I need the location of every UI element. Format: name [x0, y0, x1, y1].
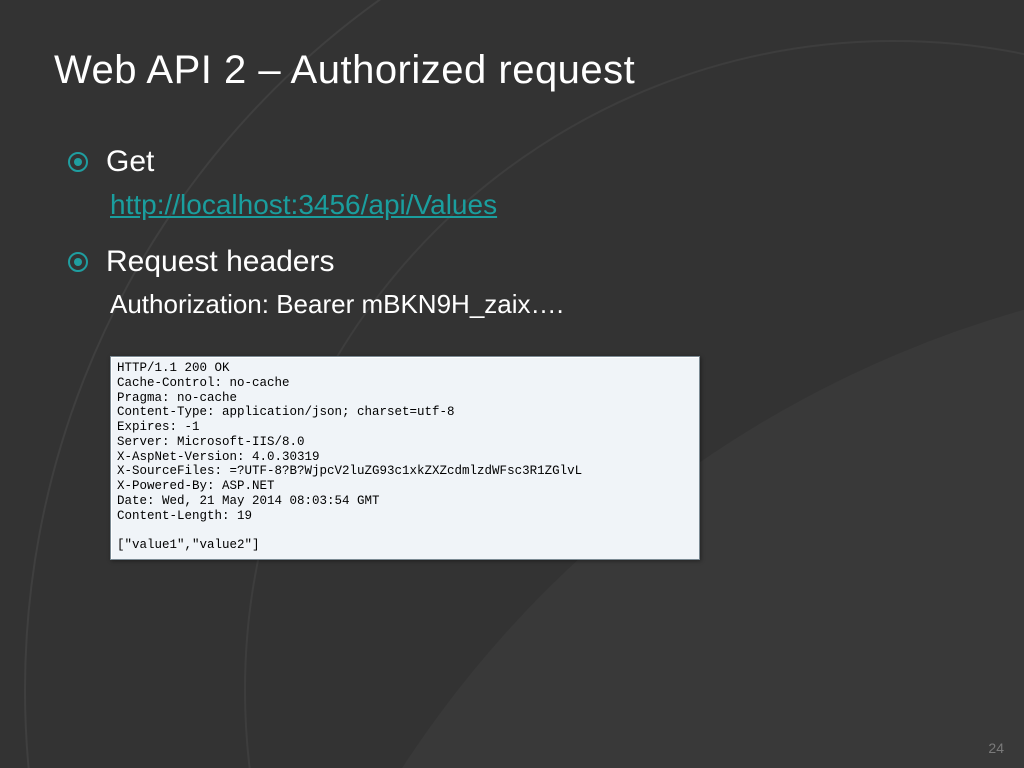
auth-header-line: Authorization: Bearer mBKN9H_zaix….: [54, 289, 970, 320]
slide: Web API 2 – Authorized request Get http:…: [0, 0, 1024, 768]
link-line: http://localhost:3456/api/Values: [54, 189, 970, 221]
http-response-box: HTTP/1.1 200 OK Cache-Control: no-cache …: [110, 356, 700, 560]
slide-title: Web API 2 – Authorized request: [54, 48, 970, 93]
bullet-label: Get: [106, 145, 154, 179]
target-bullet-icon: [68, 252, 88, 272]
bullet-label: Request headers: [106, 245, 335, 279]
api-url-link[interactable]: http://localhost:3456/api/Values: [110, 189, 497, 220]
bullet-item-get: Get: [54, 145, 970, 179]
bullet-item-request-headers: Request headers: [54, 245, 970, 279]
page-number: 24: [988, 740, 1004, 756]
target-bullet-icon: [68, 152, 88, 172]
auth-header-text: Authorization: Bearer mBKN9H_zaix….: [110, 289, 564, 319]
